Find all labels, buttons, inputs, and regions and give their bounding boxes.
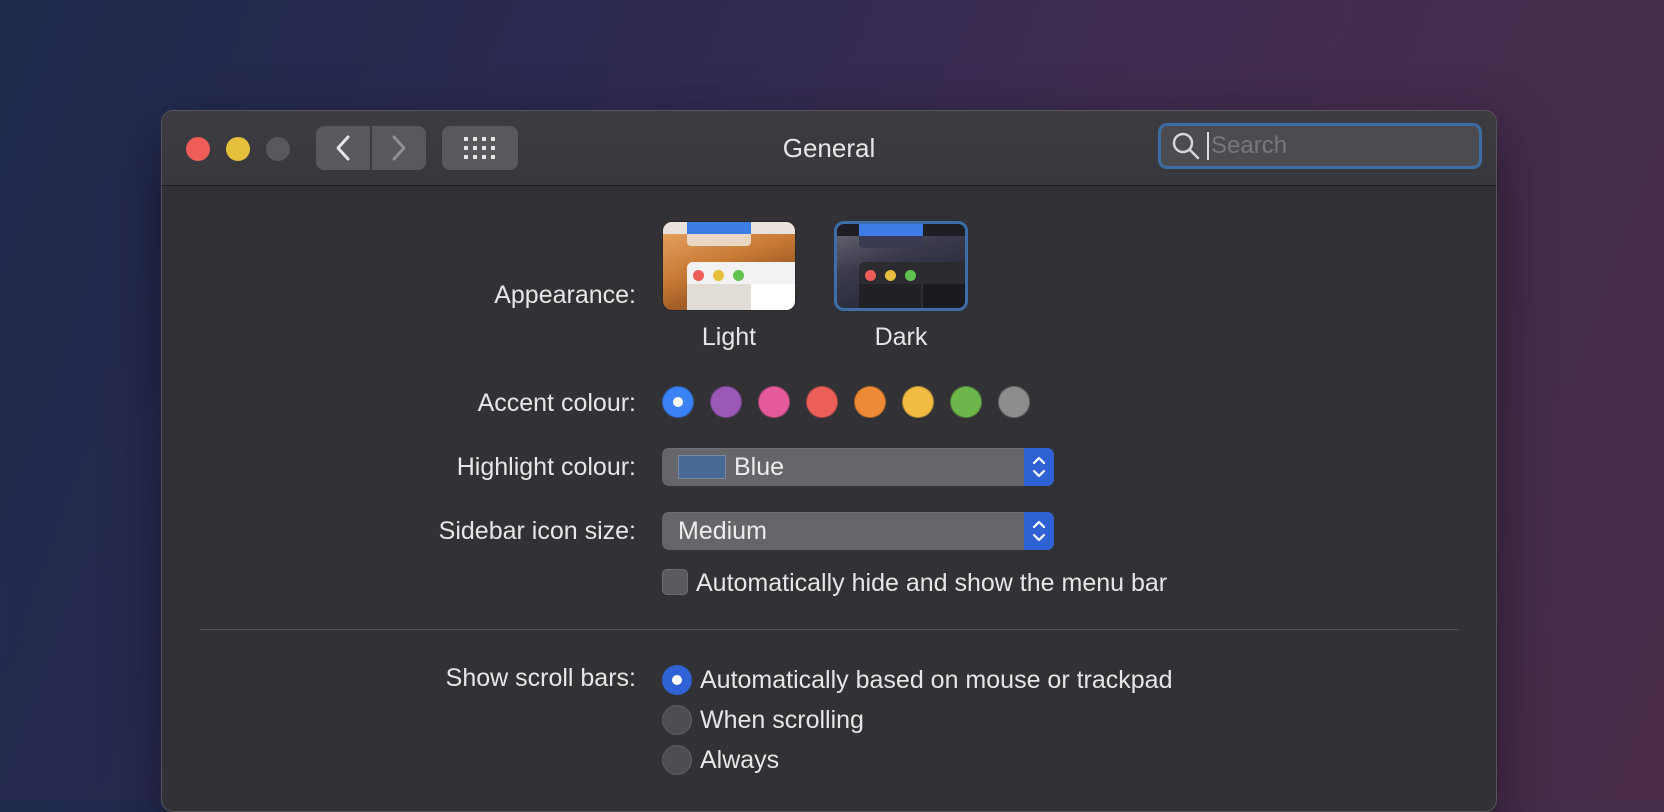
thumb-dot-green xyxy=(733,270,744,281)
accent-colour-swatch[interactable] xyxy=(710,386,742,418)
scroll-bars-auto-radio[interactable] xyxy=(662,665,692,695)
accent-colour-swatch[interactable] xyxy=(998,386,1030,418)
chevron-updown-icon xyxy=(1032,456,1046,478)
chevron-updown-icon xyxy=(1032,520,1046,542)
scroll-bars-always-radio[interactable] xyxy=(662,745,692,775)
highlight-colour-value: Blue xyxy=(734,452,785,481)
sidebar-icon-size-label: Sidebar icon size: xyxy=(438,517,636,545)
thumb-window xyxy=(859,262,965,308)
thumb-dot-red xyxy=(865,270,876,281)
accent-colour-label: Accent colour: xyxy=(477,389,636,417)
search-icon xyxy=(1172,132,1200,160)
scroll-bars-when-scrolling-label: When scrolling xyxy=(700,706,864,734)
thumb-dot-green xyxy=(905,270,916,281)
appearance-light-option[interactable] xyxy=(662,221,796,311)
preferences-window: General Appearance: Light xyxy=(161,110,1497,812)
thumb-sidebar xyxy=(687,284,751,310)
menu-bar-autohide-checkbox[interactable] xyxy=(662,569,688,595)
thumb-highlight xyxy=(687,222,751,234)
appearance-label: Appearance: xyxy=(494,281,636,309)
scroll-bars-auto-label: Automatically based on mouse or trackpad xyxy=(700,666,1173,694)
scroll-bars-always-label: Always xyxy=(700,746,780,774)
appearance-light-label: Light xyxy=(701,323,757,351)
thumb-menu xyxy=(687,234,751,246)
accent-colour-swatch[interactable] xyxy=(950,386,982,418)
thumb-content xyxy=(751,284,795,310)
highlight-colour-label: Highlight colour: xyxy=(456,453,636,481)
thumb-window xyxy=(687,262,795,310)
accent-colour-swatch[interactable] xyxy=(758,386,790,418)
accent-colour-swatch[interactable] xyxy=(806,386,838,418)
appearance-dark-label: Dark xyxy=(874,323,928,351)
titlebar: General xyxy=(162,111,1496,186)
search-field[interactable] xyxy=(1158,123,1482,169)
appearance-dark-option[interactable] xyxy=(834,221,968,311)
accent-colour-swatch[interactable] xyxy=(854,386,886,418)
sidebar-icon-size-value: Medium xyxy=(678,516,767,545)
search-input[interactable] xyxy=(1207,132,1471,160)
menu-bar-autohide-label: Automatically hide and show the menu bar xyxy=(696,569,1168,597)
thumb-dot-yellow xyxy=(885,270,896,281)
highlight-colour-stepper xyxy=(1024,448,1054,486)
thumb-menu xyxy=(859,236,923,248)
highlight-colour-popup[interactable]: Blue xyxy=(662,448,1054,486)
accent-colour-swatch[interactable] xyxy=(662,386,694,418)
accent-colour-swatch[interactable] xyxy=(902,386,934,418)
sidebar-icon-size-popup[interactable]: Medium xyxy=(662,512,1054,550)
sidebar-icon-size-stepper xyxy=(1024,512,1054,550)
thumb-sidebar xyxy=(859,284,921,308)
thumb-dot-yellow xyxy=(713,270,724,281)
show-scroll-bars-label: Show scroll bars: xyxy=(445,664,636,692)
highlight-colour-chip xyxy=(678,455,726,479)
scroll-bars-when-scrolling-radio[interactable] xyxy=(662,705,692,735)
thumb-dot-red xyxy=(693,270,704,281)
thumb-content xyxy=(923,284,965,308)
thumb-highlight xyxy=(859,224,923,236)
section-divider xyxy=(200,629,1458,630)
